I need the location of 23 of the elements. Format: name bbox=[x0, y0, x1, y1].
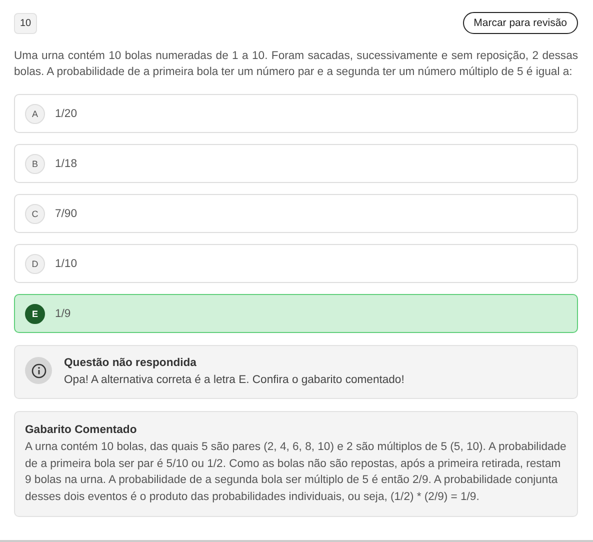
option-letter: D bbox=[25, 254, 45, 274]
answer-option[interactable]: E 1/9 bbox=[14, 294, 578, 333]
notice-title: Questão não respondida bbox=[64, 357, 198, 369]
answer-option[interactable]: B 1/18 bbox=[14, 144, 578, 183]
option-letter: C bbox=[25, 204, 45, 224]
info-icon bbox=[25, 357, 52, 384]
question-number: 10 bbox=[14, 12, 38, 34]
answer-option[interactable]: D 1/10 bbox=[14, 244, 578, 283]
option-text: 7/90 bbox=[55, 208, 77, 220]
option-letter: B bbox=[25, 154, 45, 174]
answer-option[interactable]: A 1/20 bbox=[14, 94, 578, 133]
option-text: 1/10 bbox=[55, 258, 77, 270]
option-text: 1/18 bbox=[55, 158, 77, 170]
answer-option[interactable]: C 7/90 bbox=[14, 194, 578, 233]
review-button[interactable]: Marcar para revisão bbox=[462, 12, 578, 34]
explanation-text: A urna contém 10 bolas, das quais 5 são pares (2, 4, 6, 8, 10) e 2 são múltiplos de 5 (5, 10). A probabilidade de a primeira bola ser par é 5/10 ou 1/2. Como as bolas não são repostas, após a primeira retirada, restam 9 bolas na urna. A probabilidade de a segunda bola ser múltiplo de 5 é então 2/9. A probabilidade conjunta desses dois eventos é o produto das probabilidades individuais, ou seja, (1/2) * (2/9) = 1/9. bbox=[25, 440, 567, 504]
option-letter: E bbox=[25, 304, 45, 324]
notice-message: Opa! A alternativa correta é a letra E. Confira o gabarito comentado! bbox=[64, 374, 404, 386]
option-letter: A bbox=[25, 104, 45, 124]
option-text: 1/20 bbox=[55, 108, 77, 120]
explanation-title: Gabarito Comentado bbox=[25, 424, 138, 436]
option-text: 1/9 bbox=[55, 308, 71, 320]
question-text: Uma urna contém 10 bolas numeradas de 1 a 10. Foram sacadas, sucessivamente e sem reposição, 2 dessas bolas. A probabilidade de a primeira bola ter um número par e a segunda ter um número múltiplo de 5 é igual a: bbox=[14, 49, 578, 80]
